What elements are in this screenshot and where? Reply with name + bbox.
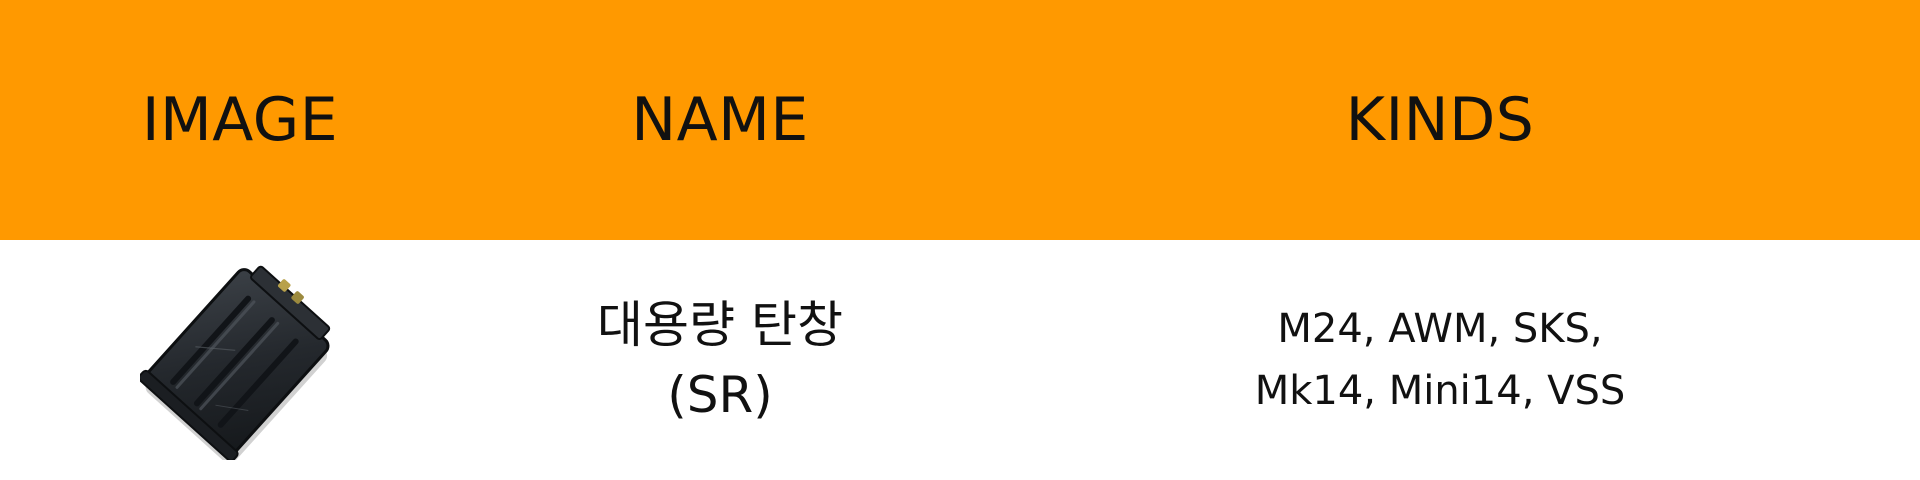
item-name-cell: 대용량 탄창 (SR) [480, 240, 960, 480]
table-header-row: IMAGE NAME KINDS [0, 0, 1920, 240]
item-table: IMAGE NAME KINDS 대용량 탄창 (SR) M24, AWM, S… [0, 0, 1920, 480]
table-row: 대용량 탄창 (SR) M24, AWM, SKS, Mk14, Mini14,… [0, 240, 1920, 480]
item-name: 대용량 탄창 (SR) [597, 296, 843, 424]
magazine-icon [140, 265, 331, 460]
header-image: IMAGE [141, 85, 339, 155]
item-kinds: M24, AWM, SKS, Mk14, Mini14, VSS [1254, 306, 1626, 414]
item-image-cell [0, 240, 480, 480]
header-name: NAME [631, 85, 809, 155]
header-kinds: KINDS [1345, 85, 1535, 155]
item-kinds-cell: M24, AWM, SKS, Mk14, Mini14, VSS [960, 240, 1920, 480]
